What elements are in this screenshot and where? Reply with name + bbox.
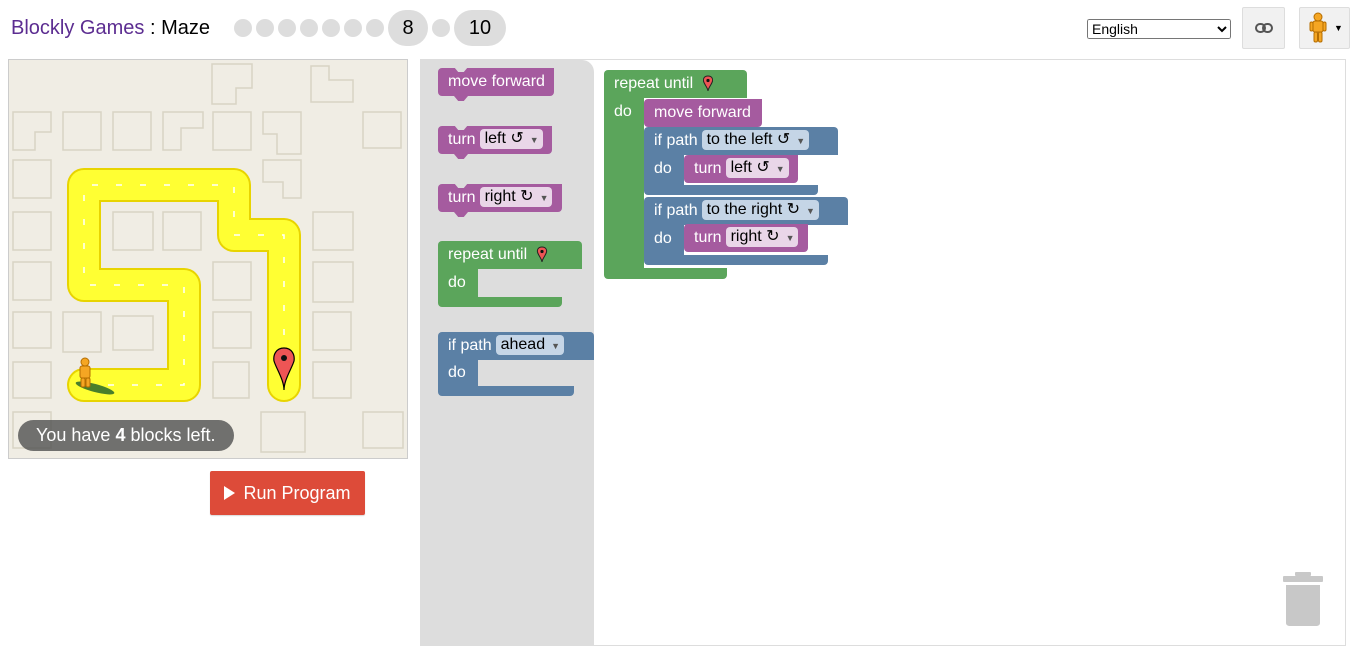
do-label: do <box>448 274 466 291</box>
chevron-down-icon: ▼ <box>785 232 795 243</box>
app-name-link[interactable]: Blockly Games <box>11 17 144 39</box>
toolbox-turn-left-block[interactable]: turn left ↺ ▼ <box>438 125 552 159</box>
pegman-icon <box>1309 12 1327 43</box>
direction-dropdown[interactable]: left ↺ ▼ <box>725 157 789 178</box>
app-title: Blockly Games : Maze <box>11 16 210 40</box>
play-icon <box>224 486 236 500</box>
toolbox-turn-right-block[interactable]: turn right ↻ ▼ <box>438 183 562 217</box>
path-dropdown[interactable]: to the right ↻ ▼ <box>701 199 819 220</box>
level-dot-5[interactable] <box>322 19 340 37</box>
maze-display <box>8 59 408 459</box>
dropdown-value: left ↺ <box>730 158 770 176</box>
chevron-down-icon: ▼ <box>551 340 561 351</box>
block-label: repeat until <box>614 75 694 92</box>
path-dropdown[interactable]: ahead ▼ <box>495 334 565 355</box>
level-dot-1[interactable] <box>234 19 252 37</box>
language-select[interactable]: English <box>1087 19 1231 39</box>
block-label: turn <box>694 160 722 177</box>
direction-dropdown[interactable]: left ↺ ▼ <box>479 128 543 149</box>
chevron-down-icon: ▼ <box>775 163 785 174</box>
chevron-down-icon: ▼ <box>806 205 815 216</box>
title-separator: : <box>149 17 156 39</box>
level-dot-2[interactable] <box>256 19 274 37</box>
chevron-down-icon: ▼ <box>529 134 539 145</box>
dropdown-value: to the left ↺ <box>706 130 791 148</box>
block-label: if path <box>654 132 698 149</box>
maze-svg <box>12 63 404 453</box>
maze-path <box>67 168 301 402</box>
chevron-down-icon: ▼ <box>539 192 549 203</box>
dropdown-value: to the right ↻ <box>706 200 801 218</box>
capacity-bubble: You have 4 blocks left. <box>18 420 234 451</box>
capacity-suffix: blocks left. <box>130 425 216 445</box>
capacity-prefix: You have <box>36 425 111 445</box>
goal-marker-icon <box>702 75 713 92</box>
level-dot-6[interactable] <box>344 19 362 37</box>
workspace-turn-right-block[interactable]: turn right ↻ ▼ <box>684 224 808 252</box>
block-label: move forward <box>654 104 751 121</box>
dropdown-value: left ↺ <box>484 129 524 147</box>
dropdown-value: ahead <box>500 335 546 353</box>
toolbox-if-path-block[interactable]: if path ahead ▼ do <box>438 332 594 396</box>
block-label: if path <box>654 202 698 219</box>
run-program-button[interactable]: Run Program <box>210 471 365 515</box>
level-dot-7[interactable] <box>366 19 384 37</box>
workspace-move-forward-block[interactable]: move forward <box>644 99 762 132</box>
do-label: do <box>654 160 672 177</box>
blockly-workspace[interactable]: move forward turn left ↺ ▼ turn right ↻ ▼ re… <box>420 59 1346 646</box>
link-button[interactable] <box>1242 7 1285 49</box>
block-label: turn <box>448 131 476 148</box>
current-level[interactable]: 8 <box>388 10 428 46</box>
block-label: turn <box>694 229 722 246</box>
workspace-turn-left-block[interactable]: turn left ↺ ▼ <box>684 155 798 183</box>
goal-marker-icon <box>536 246 547 263</box>
do-label: do <box>654 230 672 247</box>
toolbox-repeat-until-block[interactable]: repeat until do <box>438 241 582 307</box>
direction-dropdown[interactable]: right ↻ ▼ <box>479 186 553 207</box>
chevron-down-icon: ▼ <box>796 135 806 146</box>
direction-dropdown[interactable]: right ↻ ▼ <box>725 226 799 247</box>
chevron-down-icon: ▼ <box>1334 23 1343 33</box>
dropdown-value: right ↻ <box>730 227 780 245</box>
block-label: move forward <box>448 73 545 90</box>
do-label: do <box>614 103 632 120</box>
game-name: Maze <box>161 17 210 39</box>
link-icon <box>1254 23 1273 33</box>
capacity-count: 4 <box>115 425 126 445</box>
trash-icon[interactable] <box>1281 570 1325 628</box>
max-level[interactable]: 10 <box>454 10 506 46</box>
level-dot-9[interactable] <box>432 19 450 37</box>
block-label: turn <box>448 189 476 206</box>
do-label: do <box>448 364 466 381</box>
level-dot-4[interactable] <box>300 19 318 37</box>
block-label: if path <box>448 337 492 354</box>
pegman-button[interactable]: ▼ <box>1299 7 1350 49</box>
block-label: repeat until <box>448 246 528 263</box>
level-dot-3[interactable] <box>278 19 296 37</box>
toolbox-move-forward-block[interactable]: move forward <box>438 67 554 101</box>
dropdown-value: right ↻ <box>484 187 534 205</box>
level-selector: 8 10 <box>234 10 506 46</box>
run-program-label: Run Program <box>243 482 351 503</box>
path-dropdown[interactable]: to the left ↺ ▼ <box>701 129 810 150</box>
